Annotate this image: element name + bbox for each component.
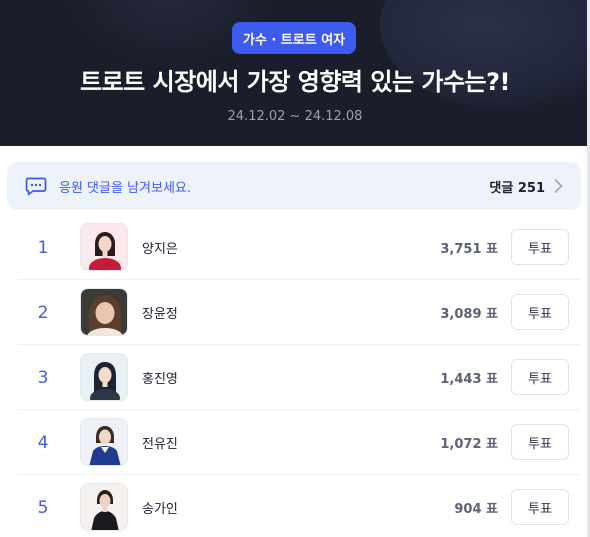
- vote-period: 24.12.02 ~ 24.12.08: [227, 109, 363, 124]
- vote-count: 1,072 표: [440, 437, 498, 452]
- comment-count: 댓글 251: [489, 180, 545, 196]
- vote-button[interactable]: 투표: [511, 359, 569, 395]
- singer-photo[interactable]: [80, 418, 128, 466]
- singer-name: 양지은: [142, 242, 178, 257]
- vote-count: 3,751 표: [440, 242, 498, 257]
- rank-number: 2: [37, 302, 49, 323]
- vote-button[interactable]: 투표: [511, 424, 569, 460]
- singer-photo[interactable]: [80, 353, 128, 401]
- ranking-row: 4 전유진 1,072 표 투표: [18, 410, 580, 475]
- vote-count: 1,443 표: [440, 372, 498, 387]
- ranking-row: 5 송가인 904 표 투표: [18, 475, 580, 537]
- ranking-list: 1 양지은 3,751 표 투표 2 장윤정 3,089 표 투표 3 홍진영 …: [18, 215, 580, 537]
- page-title: 트로트 시장에서 가장 영향력 있는 가수는?!: [79, 68, 511, 96]
- comment-prompt: 응원 댓글을 남겨보세요.: [59, 180, 191, 196]
- vote-count: 3,089 표: [440, 307, 498, 322]
- ranking-page: 가수 · 트로트 여자 트로트 시장에서 가장 영향력 있는 가수는?! 24.…: [0, 0, 590, 537]
- comment-icon: [25, 176, 47, 196]
- comment-bar[interactable]: 응원 댓글을 남겨보세요. 댓글 251: [7, 162, 581, 210]
- vote-button[interactable]: 투표: [511, 489, 569, 525]
- rank-number: 3: [37, 367, 49, 388]
- singer-name: 장윤정: [142, 307, 178, 322]
- rank-number: 5: [37, 497, 49, 518]
- singer-photo[interactable]: [80, 223, 128, 271]
- vote-button[interactable]: 투표: [511, 294, 569, 330]
- ranking-row: 3 홍진영 1,443 표 투표: [18, 345, 580, 410]
- category-badge[interactable]: 가수 · 트로트 여자: [232, 22, 356, 54]
- singer-photo[interactable]: [80, 288, 128, 336]
- vote-count: 904 표: [454, 502, 498, 517]
- rank-number: 1: [37, 237, 49, 258]
- ranking-row: 2 장윤정 3,089 표 투표: [18, 280, 580, 345]
- singer-name: 전유진: [142, 437, 178, 452]
- singer-name: 송가인: [142, 502, 178, 517]
- rank-number: 4: [37, 432, 49, 453]
- header-banner: 가수 · 트로트 여자 트로트 시장에서 가장 영향력 있는 가수는?! 24.…: [0, 0, 590, 146]
- chevron-right-icon: [553, 178, 565, 194]
- vote-button[interactable]: 투표: [511, 229, 569, 265]
- singer-photo[interactable]: [80, 483, 128, 531]
- singer-name: 홍진영: [142, 372, 178, 387]
- ranking-row: 1 양지은 3,751 표 투표: [18, 215, 580, 280]
